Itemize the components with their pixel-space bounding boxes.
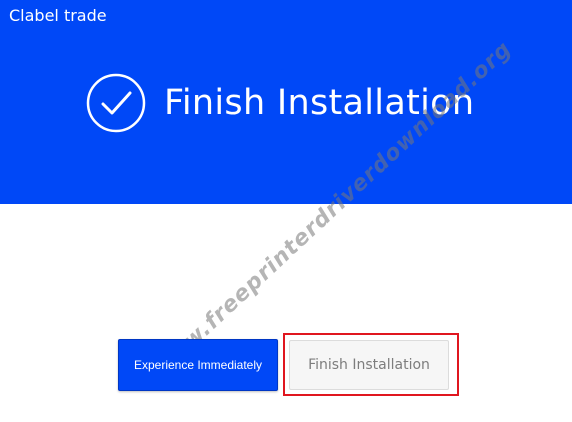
hero: Finish Installation [86,73,474,133]
experience-immediately-button[interactable]: Experience Immediately [118,339,278,391]
finish-installation-button[interactable]: Finish Installation [289,340,449,390]
header-banner: Clabel trade Finish Installation [0,0,572,204]
check-circle-icon [86,73,146,133]
app-title: Clabel trade [9,6,107,25]
page-title: Finish Installation [164,83,475,123]
